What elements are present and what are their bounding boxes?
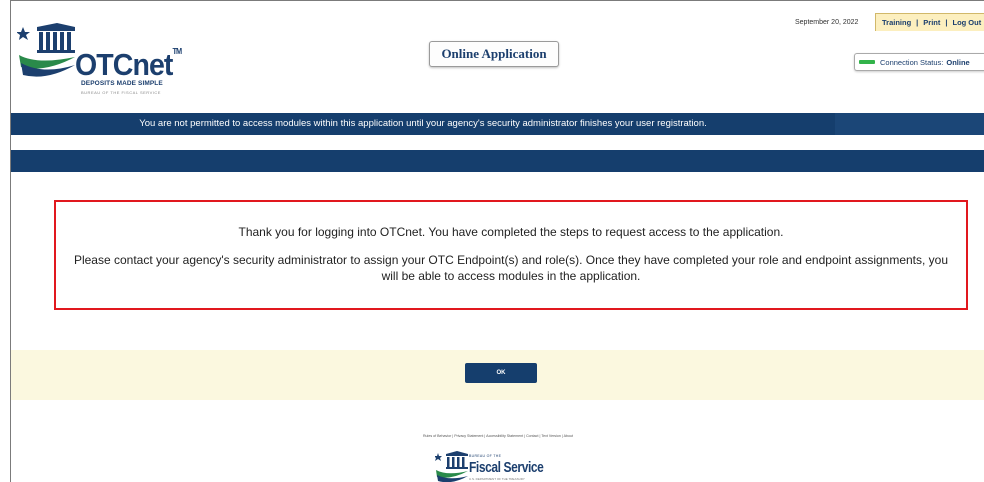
app-window: OTCnetTM DEPOSITS MADE SIMPLE BUREAU OF … — [10, 0, 984, 482]
otcnet-tagline: DEPOSITS MADE SIMPLE — [81, 80, 163, 87]
nav-bar — [11, 150, 984, 172]
otcnet-subline: BUREAU OF THE FISCAL SERVICE — [81, 90, 161, 95]
page-title: Online Application — [429, 41, 559, 67]
treasury-building-icon — [17, 23, 75, 77]
footer-link-contact[interactable]: Contact — [526, 434, 538, 438]
footer-links: Rules of Behavior | Privacy Statement | … — [422, 434, 574, 438]
connection-indicator-icon — [859, 60, 875, 64]
footer-link-accessibility[interactable]: Accessibility Statement — [486, 434, 523, 438]
otcnet-logo-text: OTCnetTM — [75, 47, 182, 82]
fiscal-service-tiny-text: U.S. DEPARTMENT OF THE TREASURY — [469, 477, 525, 481]
connection-status-value: Online — [946, 57, 970, 67]
fiscal-service-logo: BUREAU OF THE Fiscal Service U.S. DEPART… — [435, 450, 545, 482]
registration-message-box: Thank you for logging into OTCnet. You h… — [54, 200, 968, 310]
action-bar: OK — [11, 350, 984, 400]
otcnet-logo: OTCnetTM DEPOSITS MADE SIMPLE BUREAU OF … — [17, 21, 187, 101]
footer-link-about[interactable]: About — [564, 434, 573, 438]
print-link[interactable]: Print — [923, 18, 940, 27]
fiscal-service-building-icon — [435, 451, 468, 482]
connection-status-label: Connection Status: — [880, 57, 944, 67]
connection-status: Connection Status: Online — [854, 53, 984, 71]
top-links-bar: Training | Print | Log Out — [875, 13, 984, 31]
access-notice-banner: You are not permitted to access modules … — [11, 113, 984, 135]
training-link[interactable]: Training — [882, 18, 911, 27]
ok-button[interactable]: OK — [465, 363, 537, 383]
footer-link-privacy[interactable]: Privacy Statement — [454, 434, 483, 438]
logout-link[interactable]: Log Out — [952, 18, 981, 27]
link-separator: | — [916, 18, 919, 27]
current-date: September 20, 2022 — [795, 19, 859, 26]
fiscal-service-small-text: BUREAU OF THE — [469, 454, 502, 458]
contact-admin-message: Please contact your agency's security ad… — [73, 253, 949, 283]
banner-edge — [835, 113, 984, 135]
fiscal-service-name: Fiscal Service — [469, 459, 544, 476]
thank-you-message: Thank you for logging into OTCnet. You h… — [238, 225, 784, 239]
footer-link-text-version[interactable]: Text Version — [541, 434, 561, 438]
footer-link-rules[interactable]: Rules of Behavior — [423, 434, 451, 438]
access-notice-text: You are not permitted to access modules … — [139, 118, 707, 129]
link-separator: | — [945, 18, 948, 27]
